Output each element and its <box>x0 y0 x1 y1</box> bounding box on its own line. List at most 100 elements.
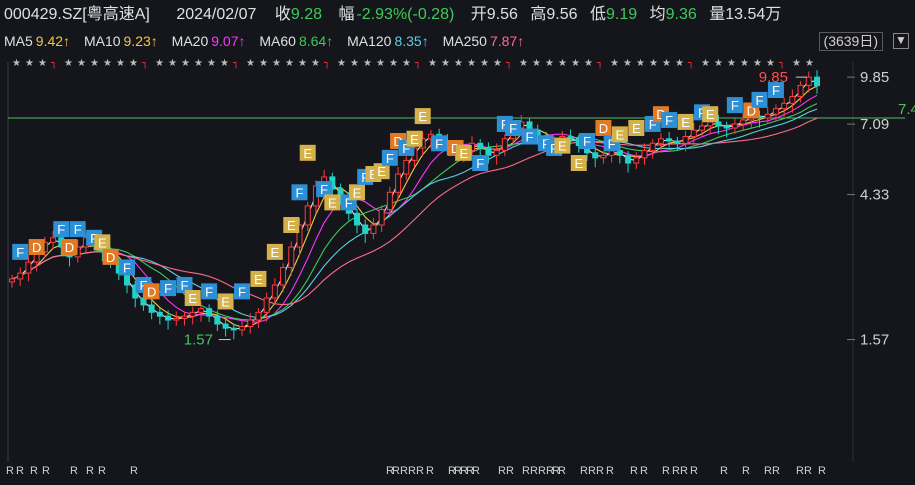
signal-marker-E: E <box>349 184 365 201</box>
signal-marker-F: F <box>201 283 218 300</box>
candle-body <box>674 140 681 144</box>
top-signal-glyph: ★ <box>571 58 580 69</box>
bottom-signal-glyph: R <box>640 465 648 477</box>
marker-letter: F <box>476 156 484 171</box>
low-price-annotation: 1.57 <box>184 332 213 349</box>
top-signal-glyph: ┐ <box>688 58 694 69</box>
top-signal-glyph: ┐ <box>324 58 330 69</box>
top-signal-glyph: ★ <box>714 58 723 69</box>
top-signal-glyph: ★ <box>363 58 372 69</box>
candle-body <box>633 157 640 164</box>
top-signal-glyph: ★ <box>766 58 775 69</box>
signal-marker-F: F <box>579 133 595 150</box>
signal-marker-D: D <box>61 239 78 256</box>
candle-body <box>666 138 673 142</box>
y-tick-label: 9.85 <box>860 69 889 86</box>
bottom-signal-glyph: R <box>596 465 604 477</box>
top-signal-glyph: ★ <box>675 58 684 69</box>
y-tick-label: 7.09 <box>860 116 889 133</box>
marker-letter: F <box>509 121 517 136</box>
signal-marker-E: E <box>266 243 283 260</box>
candle-body <box>731 123 738 129</box>
marker-letter: E <box>459 146 468 161</box>
candle-body <box>395 173 402 193</box>
candle-body <box>206 308 213 317</box>
top-signal-glyph: ★ <box>467 58 476 69</box>
top-signal-glyph: ┐ <box>506 58 512 69</box>
marker-letter: E <box>353 185 362 200</box>
marker-letter: E <box>681 115 690 130</box>
top-signal-glyph: ★ <box>311 58 320 69</box>
marker-letter: F <box>74 222 82 237</box>
top-signal-glyph: ★ <box>337 58 346 69</box>
bottom-signal-glyph: R <box>30 465 38 477</box>
top-signal-glyph: ★ <box>662 58 671 69</box>
top-signal-glyph: ┐ <box>779 58 785 69</box>
signal-marker-F: F <box>472 155 489 172</box>
top-signal-glyph: ★ <box>558 58 567 69</box>
top-signal-glyph: ★ <box>727 58 736 69</box>
candle-body <box>657 138 664 144</box>
top-signal-glyph: ★ <box>519 58 528 69</box>
marker-letter: D <box>65 240 74 255</box>
signal-marker-F: F <box>234 283 250 300</box>
marker-letter: D <box>32 240 41 255</box>
marker-letter: E <box>418 109 427 124</box>
top-signal-glyph: ★ <box>220 58 229 69</box>
bottom-signal-glyph: R <box>98 465 106 477</box>
candle-body <box>600 154 607 159</box>
top-signal-glyph: ★ <box>12 58 21 69</box>
marker-letter: F <box>123 260 131 275</box>
marker-letter: F <box>731 98 739 113</box>
bottom-signal-glyph: R <box>720 465 728 477</box>
top-signal-glyph: ★ <box>194 58 203 69</box>
marker-letter: E <box>221 294 230 309</box>
top-signal-glyph: ★ <box>285 58 294 69</box>
top-signal-glyph: ★ <box>64 58 73 69</box>
kline-chart[interactable]: 7.4 F DFDFF EDFF D F FE FEFEEEFEFE FEF E EFD FEEF D… <box>0 0 915 485</box>
candle-body <box>386 191 393 211</box>
marker-letter: F <box>583 134 591 149</box>
top-signal-glyph: ★ <box>389 58 398 69</box>
marker-letter: F <box>238 284 246 299</box>
marker-letter: D <box>147 284 156 299</box>
bottom-signal-glyph: R <box>416 465 424 477</box>
candle-body <box>477 142 484 149</box>
candle-body <box>173 317 180 321</box>
top-signal-glyph: ★ <box>805 58 814 69</box>
signal-marker-F: F <box>751 91 768 108</box>
signal-marker-F: F <box>119 259 135 276</box>
candle-body <box>625 154 632 164</box>
bottom-signal-glyph: R <box>506 465 514 477</box>
signal-marker-E: E <box>677 113 694 130</box>
top-signal-glyph: ★ <box>77 58 86 69</box>
candle-body <box>255 311 262 321</box>
top-signal-glyph: ★ <box>493 58 502 69</box>
top-signal-glyph: ★ <box>428 58 437 69</box>
marker-letter: E <box>558 139 567 154</box>
top-signal-glyph: ★ <box>38 58 47 69</box>
bottom-signal-glyph: R <box>6 465 14 477</box>
marker-letter: E <box>574 156 583 171</box>
signal-marker-D: D <box>595 120 612 137</box>
candle-body <box>682 136 689 144</box>
bottom-signal-glyph: R <box>472 465 480 477</box>
top-signal-glyph: ★ <box>207 58 216 69</box>
top-signal-glyph: ┐ <box>415 58 421 69</box>
candle-body <box>641 149 648 159</box>
signal-marker-F: F <box>12 243 29 260</box>
candle-body <box>723 125 730 129</box>
top-signal-glyph: ★ <box>649 58 658 69</box>
bottom-signal-glyph: R <box>742 465 750 477</box>
bottom-signal-glyph: R <box>130 465 138 477</box>
signal-marker-E: E <box>611 126 628 143</box>
marker-letter: E <box>706 107 715 122</box>
candle-body <box>17 272 24 280</box>
signal-marker-E: E <box>217 293 234 310</box>
top-signal-glyph: ★ <box>272 58 281 69</box>
marker-letter: F <box>205 284 213 299</box>
top-signal-glyph: ★ <box>129 58 138 69</box>
bottom-signal-row: R R R R R R R R RR R R R R RRRRR R R R R R RRR R R R R R R R R R R R R R… <box>6 465 826 477</box>
candle-body <box>9 278 15 283</box>
candle-body <box>592 152 599 159</box>
